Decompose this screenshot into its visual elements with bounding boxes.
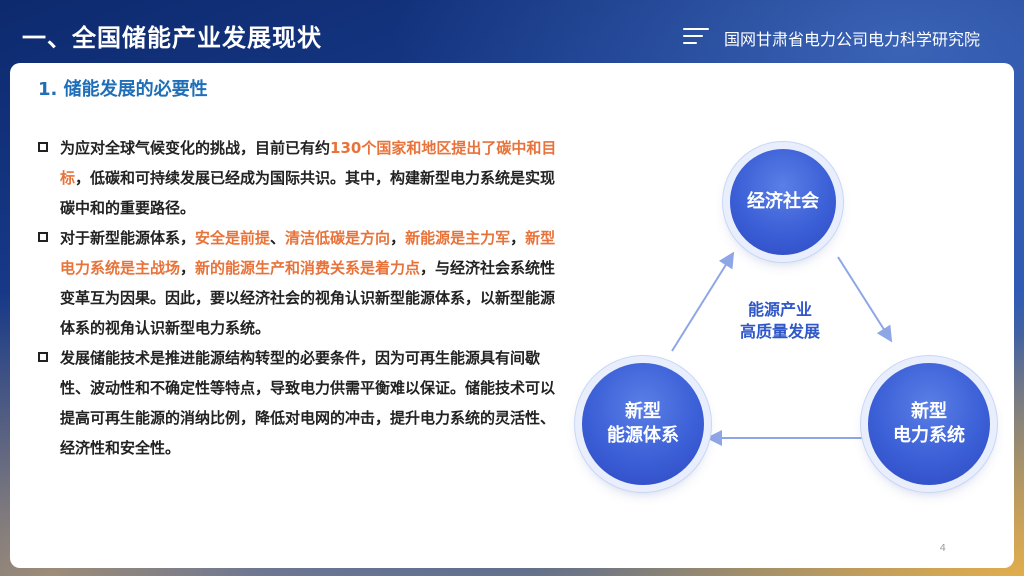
bullet-text-segment: ， — [180, 259, 196, 277]
section-title: 1. 储能发展的必要性 — [38, 79, 208, 100]
bullet-highlight: 新的能源生产和消费关系是着力点 — [195, 259, 421, 277]
center-caption: 能源产业 高质量发展 — [720, 299, 840, 343]
bullet-highlight: 安全是前提 — [195, 229, 271, 247]
circle-label: 新型 — [625, 401, 661, 422]
bullet-item: 为应对全球气候变化的挑战，目前已有约130个国家和地区提出了碳中和目标，低碳和可… — [38, 133, 558, 223]
bullet-text: 发展储能技术是推进能源结构转型的必要条件，因为可再生能源具有间歇性、波动性和不确… — [60, 349, 555, 457]
checkbox-bullet-icon — [38, 142, 48, 152]
circle-label: 新型 — [911, 401, 947, 422]
bullet-text: 为应对全球气候变化的挑战，目前已有约130个国家和地区提出了碳中和目标，低碳和可… — [60, 139, 556, 217]
page-number: 4 — [939, 543, 946, 554]
arrow-top-to-right — [837, 256, 893, 343]
circle-new-power-system: 新型 电力系统 — [868, 363, 990, 485]
bullet-item: 对于新型能源体系，安全是前提、清洁低碳是方向，新能源是主力军，新型电力系统是主战… — [38, 223, 558, 343]
header-bar: 一、全国储能产业发展现状 国网甘肃省电力公司电力科学研究院 — [0, 0, 1024, 64]
center-caption-line: 高质量发展 — [739, 322, 820, 341]
circle-label: 经济社会 — [747, 191, 819, 212]
center-caption-line: 能源产业 — [747, 300, 812, 319]
relationship-diagram: 经济社会 新型 能源体系 新型 电力系统 能源产业 高质量发展 — [560, 133, 1000, 485]
content-card: 1. 储能发展的必要性 为应对全球气候变化的挑战，目前已有约130个国家和地区提… — [10, 63, 1014, 568]
bullet-text-segment: ， — [390, 229, 406, 247]
bullet-text: 对于新型能源体系，安全是前提、清洁低碳是方向，新能源是主力军，新型电力系统是主战… — [60, 229, 555, 337]
bullet-text-segment: 发展储能技术是推进能源结构转型的必要条件，因为可再生能源具有间歇性、波动性和不确… — [60, 349, 556, 457]
organization-name: 国网甘肃省电力公司电力科学研究院 — [724, 30, 981, 49]
bullet-list: 为应对全球气候变化的挑战，目前已有约130个国家和地区提出了碳中和目标，低碳和可… — [38, 133, 558, 463]
bullet-highlight: 新能源是主力军 — [405, 229, 511, 247]
circle-new-energy-system: 新型 能源体系 — [582, 363, 704, 485]
bullet-text-segment: ，低碳和可持续发展已经成为国际共识。其中，构建新型电力系统是实现碳中和的重要路径… — [60, 169, 556, 217]
bullet-item: 发展储能技术是推进能源结构转型的必要条件，因为可再生能源具有间歇性、波动性和不确… — [38, 343, 558, 463]
circle-label: 能源体系 — [607, 425, 679, 446]
page-title: 一、全国储能产业发展现状 — [22, 24, 322, 52]
checkbox-bullet-icon — [38, 232, 48, 242]
circle-label: 电力系统 — [893, 425, 965, 446]
bullet-text-segment: 为应对全球气候变化的挑战，目前已有约 — [60, 139, 331, 157]
checkbox-bullet-icon — [38, 352, 48, 362]
circle-economy-society: 经济社会 — [730, 149, 836, 255]
menu-icon[interactable] — [683, 28, 709, 46]
bullet-text-segment: 、 — [270, 229, 286, 247]
bullet-highlight: 清洁低碳是方向 — [285, 229, 391, 247]
bullet-text-segment: ， — [510, 229, 526, 247]
bullet-text-segment: 对于新型能源体系， — [60, 229, 196, 247]
